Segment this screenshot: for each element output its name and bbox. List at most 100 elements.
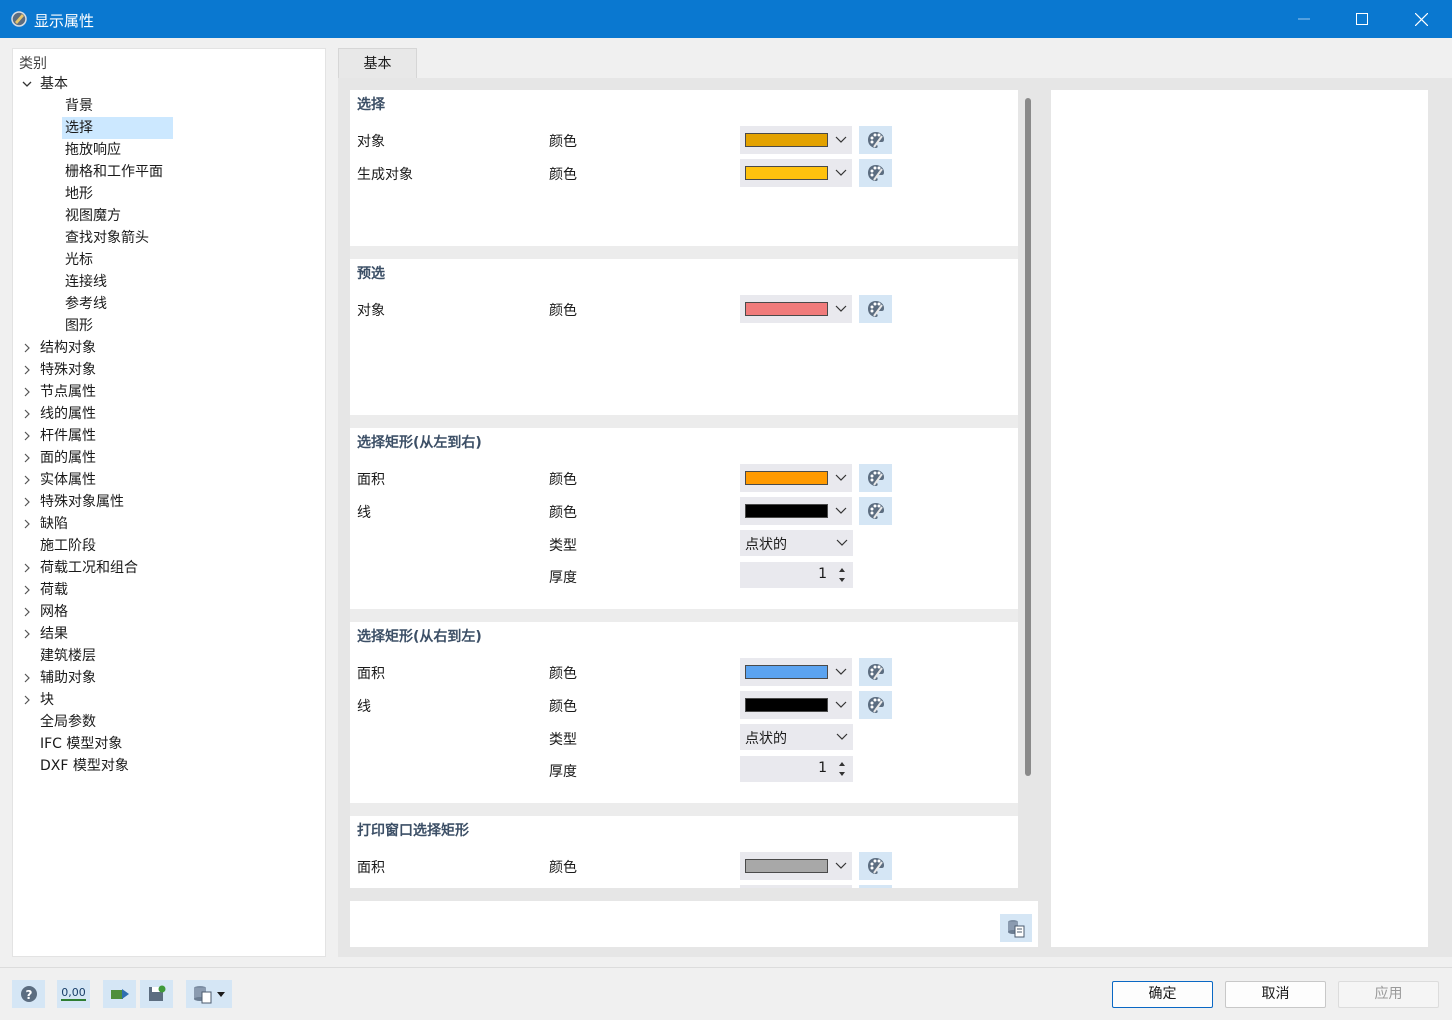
close-button[interactable] [1392, 0, 1450, 38]
color-dropdown[interactable] [740, 464, 852, 492]
tree-item-label: 线的属性 [40, 406, 96, 422]
tree-item[interactable]: 荷载工况和组合 [24, 557, 138, 579]
line-type-select[interactable]: 点状的 [740, 530, 853, 556]
chevron-right-icon[interactable] [20, 689, 34, 711]
chevron-right-icon[interactable] [20, 381, 34, 403]
color-palette-button[interactable] [859, 126, 892, 154]
tree-item[interactable]: 线的属性 [24, 403, 96, 425]
cancel-button[interactable]: 取消 [1225, 981, 1326, 1008]
chevron-right-icon[interactable] [20, 623, 34, 645]
chevron-right-icon[interactable] [20, 491, 34, 513]
tree-item[interactable]: 实体属性 [24, 469, 96, 491]
color-dropdown[interactable] [740, 497, 852, 525]
tree-subitem[interactable]: 参考线 [65, 293, 107, 315]
tree-subitem[interactable]: 图形 [65, 315, 93, 337]
tree-subitem[interactable]: 选择 [62, 117, 173, 139]
tree-item[interactable]: 结构对象 [24, 337, 96, 359]
tree-item-label: DXF 模型对象 [40, 758, 129, 774]
chevron-right-icon[interactable] [20, 513, 34, 535]
chevron-right-icon[interactable] [20, 579, 34, 601]
spinner-arrows-icon[interactable] [837, 758, 847, 780]
decimal-places-button[interactable]: 0,00 [57, 980, 90, 1008]
chevron-right-icon[interactable] [20, 359, 34, 381]
tree-subitem[interactable]: 栅格和工作平面 [65, 161, 163, 183]
line-type-select[interactable]: 点状的 [740, 724, 853, 750]
chevron-down-icon[interactable] [20, 73, 34, 95]
chevron-right-icon[interactable] [20, 557, 34, 579]
spinner-arrows-icon[interactable] [837, 564, 847, 586]
color-dropdown[interactable] [740, 658, 852, 686]
tree-item[interactable]: 基本 [22, 73, 68, 95]
save-settings-button[interactable] [140, 980, 173, 1008]
category-tree: 类别 基本 背景 选择 拖放响应 栅格和工作平面 地形 视图魔方 查找对象箭头 光标 连接线 参考线… [12, 48, 326, 957]
help-icon: ? [20, 986, 37, 1002]
section-title: 预选 [357, 266, 385, 282]
chevron-right-icon[interactable] [20, 447, 34, 469]
tree-subitem[interactable]: 拖放响应 [65, 139, 121, 161]
tree-item[interactable]: 荷载 [24, 579, 68, 601]
color-dropdown[interactable] [740, 691, 852, 719]
tree-item[interactable]: 特殊对象 [24, 359, 96, 381]
color-dropdown[interactable] [740, 852, 852, 880]
color-dropdown[interactable] [740, 126, 852, 154]
database-menu-button[interactable] [186, 980, 232, 1008]
tree-subitem[interactable]: 背景 [65, 95, 93, 117]
tree-item[interactable]: 建筑楼层 [40, 645, 96, 667]
color-dropdown[interactable] [740, 885, 852, 888]
tree-item[interactable]: 施工阶段 [40, 535, 96, 557]
thickness-spinner[interactable]: 1 [740, 562, 853, 588]
chevron-right-icon[interactable] [20, 469, 34, 491]
color-palette-button[interactable] [859, 464, 892, 492]
color-dropdown[interactable] [740, 159, 852, 187]
tree-item[interactable]: 网格 [24, 601, 68, 623]
tree-item[interactable]: DXF 模型对象 [40, 755, 129, 777]
tree-item[interactable]: 面的属性 [24, 447, 96, 469]
color-palette-button[interactable] [859, 691, 892, 719]
chevron-down-icon [832, 295, 850, 323]
chevron-right-icon[interactable] [20, 337, 34, 359]
apply-button[interactable]: 应用 [1338, 981, 1439, 1008]
tab-basic[interactable]: 基本 [338, 48, 417, 78]
tree-item[interactable]: 全局参数 [40, 711, 96, 733]
help-button[interactable]: ? [12, 980, 45, 1008]
chevron-right-icon[interactable] [20, 601, 34, 623]
tree-item[interactable]: 辅助对象 [24, 667, 96, 689]
chevron-right-icon[interactable] [20, 425, 34, 447]
chevron-right-icon[interactable] [20, 403, 34, 425]
color-palette-button[interactable] [859, 295, 892, 323]
thickness-spinner[interactable]: 1 [740, 756, 853, 782]
tree-item[interactable]: IFC 模型对象 [40, 733, 122, 755]
export-button[interactable] [103, 980, 136, 1008]
color-palette-button[interactable] [859, 159, 892, 187]
property-label: 颜色 [549, 167, 577, 183]
tree-item[interactable]: 特殊对象属性 [24, 491, 124, 513]
chevron-right-icon[interactable] [20, 667, 34, 689]
color-swatch [745, 859, 828, 873]
tree-item-label: 实体属性 [40, 472, 96, 488]
tree-item[interactable]: 结果 [24, 623, 68, 645]
maximize-button[interactable] [1333, 0, 1391, 38]
tree-subitem[interactable]: 光标 [65, 249, 93, 271]
tree-subitem[interactable]: 视图魔方 [65, 205, 121, 227]
minimize-button[interactable] [1275, 0, 1333, 38]
tree-item[interactable]: 节点属性 [24, 381, 96, 403]
ok-button[interactable]: 确定 [1112, 981, 1213, 1008]
tree-item[interactable]: 缺陷 [24, 513, 68, 535]
tree-item[interactable]: 块 [24, 689, 54, 711]
tree-subitem[interactable]: 查找对象箭头 [65, 227, 149, 249]
comment-area[interactable] [350, 901, 1038, 947]
section-title: 选择矩形(从右到左) [357, 629, 482, 645]
property-row: 生成对象 颜色 [350, 159, 1018, 187]
tree-item[interactable]: 杆件属性 [24, 425, 96, 447]
tree-subitem[interactable]: 连接线 [65, 271, 107, 293]
property-label: 颜色 [549, 134, 577, 150]
color-dropdown[interactable] [740, 295, 852, 323]
tree-item-label: 特殊对象属性 [40, 494, 124, 510]
tree-subitem[interactable]: 地形 [65, 183, 93, 205]
color-palette-button[interactable] [859, 658, 892, 686]
color-palette-button[interactable] [859, 852, 892, 880]
color-palette-button[interactable] [859, 885, 892, 888]
color-palette-button[interactable] [859, 497, 892, 525]
panel-scrollbar[interactable] [1025, 98, 1031, 776]
comment-database-button[interactable] [1000, 914, 1032, 942]
